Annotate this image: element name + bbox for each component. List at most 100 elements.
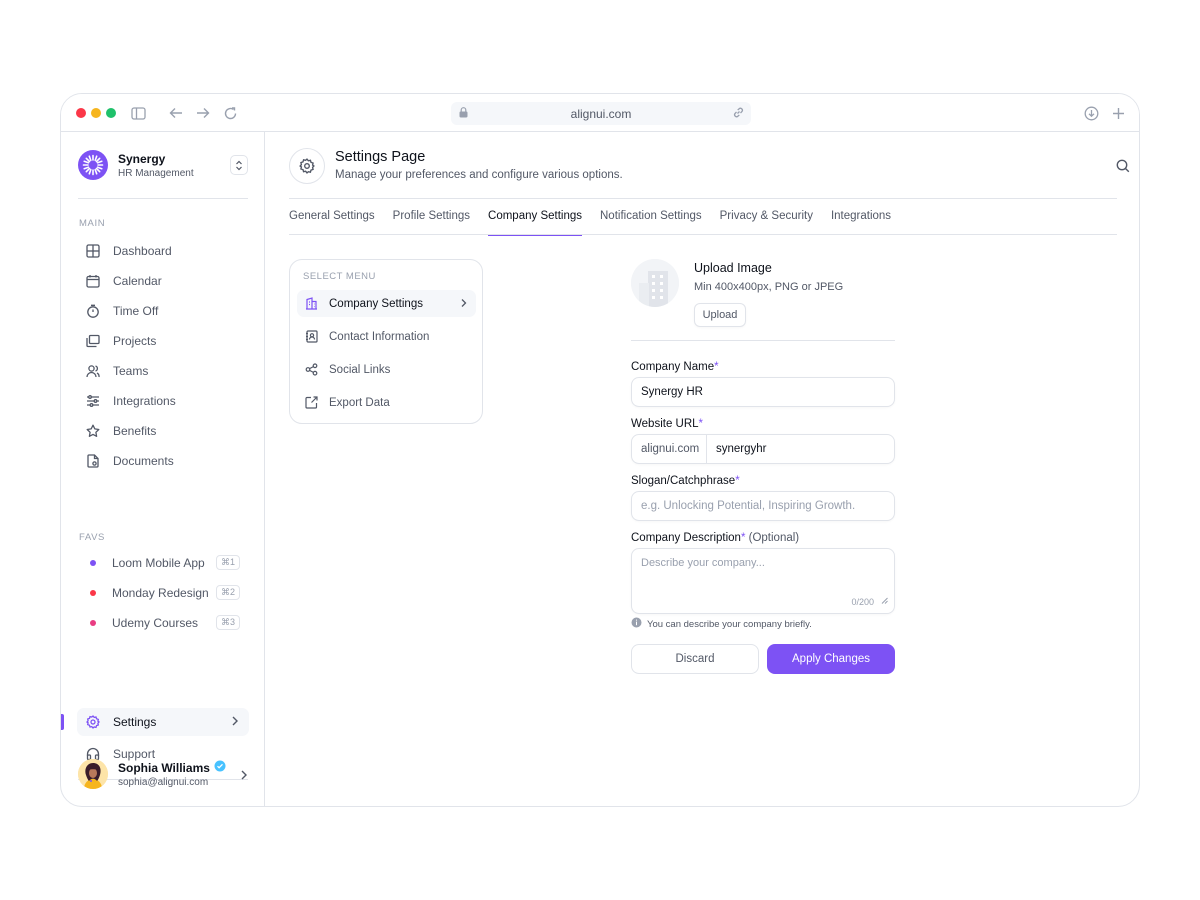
character-counter: 0/200 (851, 597, 874, 607)
tab-general-settings[interactable]: General Settings (289, 210, 375, 235)
description-hint: You can describe your company briefly. (631, 617, 812, 631)
share-icon (304, 363, 318, 377)
menu-item-company-settings[interactable]: Company Settings (297, 290, 476, 317)
reload-icon[interactable] (221, 104, 239, 122)
back-icon[interactable] (167, 104, 185, 122)
chevron-up-down-icon[interactable] (230, 155, 248, 175)
label-text: Company Name (631, 361, 715, 373)
tab-notification-settings[interactable]: Notification Settings (600, 210, 702, 235)
menu-item-label: Export Data (329, 396, 390, 409)
required-mark: * (740, 532, 746, 544)
menu-item-label: Contact Information (329, 330, 430, 343)
sidebar-item-settings[interactable]: Settings (77, 708, 249, 736)
profile-email: sophia@alignui.com (118, 777, 209, 788)
contact-book-icon (304, 330, 318, 344)
tab-profile-settings[interactable]: Profile Settings (393, 210, 470, 235)
fav-item-udemy-courses[interactable]: Udemy Courses ⌘3 (77, 609, 249, 637)
maximize-window-button[interactable] (106, 108, 116, 118)
website-url-prefix: alignui.com (632, 435, 707, 463)
sliders-icon (85, 393, 101, 409)
sidebar-item-label: Time Off (113, 304, 159, 318)
address-bar[interactable]: alignui.com (451, 102, 751, 125)
fav-item-loom-mobile-app[interactable]: Loom Mobile App ⌘1 (77, 549, 249, 577)
fav-item-label: Loom Mobile App (112, 556, 205, 570)
forward-icon[interactable] (194, 104, 212, 122)
link-icon[interactable] (732, 106, 745, 122)
sidebar-item-dashboard[interactable]: Dashboard (77, 237, 249, 265)
fav-item-monday-redesign[interactable]: Monday Redesign ⌘2 (77, 579, 249, 607)
divider (631, 340, 895, 341)
chevron-right-icon (231, 715, 239, 730)
required-mark: * (714, 361, 719, 373)
browser-toolbar: alignui.com (61, 94, 1139, 132)
company-name-input[interactable]: Synergy HR (631, 377, 895, 407)
brand-name: Synergy (118, 152, 166, 166)
website-url-input[interactable]: synergyhr (716, 435, 767, 463)
menu-item-export-data[interactable]: Export Data (297, 389, 476, 416)
gear-icon (85, 714, 101, 730)
menu-item-contact-information[interactable]: Contact Information (297, 323, 476, 350)
slogan-label: Slogan/Catchphrase* (631, 475, 740, 487)
minimize-window-button[interactable] (91, 108, 101, 118)
users-icon (85, 363, 101, 379)
optional-text: (Optional) (748, 532, 800, 544)
tab-privacy-security[interactable]: Privacy & Security (720, 210, 813, 235)
sidebar-item-label: Dashboard (113, 244, 172, 258)
required-mark: * (698, 418, 704, 430)
timer-icon (85, 303, 101, 319)
workspace-switcher[interactable]: Synergy HR Management (78, 150, 248, 182)
menu-item-social-links[interactable]: Social Links (297, 356, 476, 383)
sidebar-item-integrations[interactable]: Integrations (77, 387, 249, 415)
main-content: Settings Page Manage your preferences an… (266, 132, 1139, 806)
avatar (78, 759, 108, 789)
sidebar-item-calendar[interactable]: Calendar (77, 267, 249, 295)
sidebar-item-label: Projects (113, 334, 157, 348)
company-description-label: Company Description* (Optional) (631, 532, 799, 544)
website-url-field[interactable]: alignui.com synergyhr (631, 434, 895, 464)
tab-integrations[interactable]: Integrations (831, 210, 891, 235)
chevron-right-icon (240, 768, 248, 786)
upload-title: Upload Image (694, 261, 772, 275)
select-menu-card: SELECT MENU Company Settings Contact Inf… (289, 259, 483, 424)
calendar-icon (85, 273, 101, 289)
shortcut-badge: ⌘2 (215, 585, 240, 600)
resize-grip-icon[interactable] (881, 595, 888, 607)
sidebar-toggle-icon[interactable] (129, 104, 147, 122)
sidebar-item-label: Teams (113, 364, 149, 378)
upload-button[interactable]: Upload (694, 303, 746, 327)
active-indicator (61, 714, 64, 730)
export-icon (304, 396, 318, 410)
download-icon[interactable] (1082, 104, 1100, 122)
company-name-label: Company Name* (631, 361, 719, 373)
discard-button[interactable]: Discard (631, 644, 759, 674)
star-icon (85, 423, 101, 439)
settings-gear-icon (289, 148, 325, 184)
sidebar: Synergy HR Management MAIN Dashboard Cal… (61, 132, 265, 806)
website-url-label: Website URL* (631, 418, 703, 430)
sidebar-item-label: Settings (113, 715, 157, 729)
browser-window: alignui.com Synergy HR Management MAIN D… (60, 93, 1140, 807)
label-text: Website URL (631, 418, 699, 430)
textarea-placeholder: Describe your company... (641, 557, 765, 569)
close-window-button[interactable] (76, 108, 86, 118)
apply-changes-button[interactable]: Apply Changes (767, 644, 895, 674)
sidebar-item-teams[interactable]: Teams (77, 357, 249, 385)
profile-name-row: Sophia Williams (118, 760, 226, 775)
sidebar-item-documents[interactable]: Documents (77, 447, 249, 475)
search-icon[interactable] (1113, 156, 1133, 176)
slogan-input[interactable]: e.g. Unlocking Potential, Inspiring Grow… (631, 491, 895, 521)
tab-company-settings[interactable]: Company Settings (488, 210, 582, 236)
company-description-textarea[interactable]: Describe your company... 0/200 (631, 548, 895, 614)
brand-logo (78, 150, 108, 180)
new-tab-icon[interactable] (1109, 104, 1127, 122)
sidebar-item-benefits[interactable]: Benefits (77, 417, 249, 445)
divider (78, 198, 248, 199)
sidebar-item-label: Benefits (113, 424, 157, 438)
brand-subtitle: HR Management (118, 168, 194, 179)
sidebar-item-projects[interactable]: Projects (77, 327, 249, 355)
user-profile[interactable]: Sophia Williams sophia@alignui.com (78, 757, 248, 793)
fav-dot (90, 590, 96, 596)
url-text: alignui.com (570, 106, 632, 121)
building-icon (304, 297, 318, 311)
sidebar-item-time-off[interactable]: Time Off (77, 297, 249, 325)
